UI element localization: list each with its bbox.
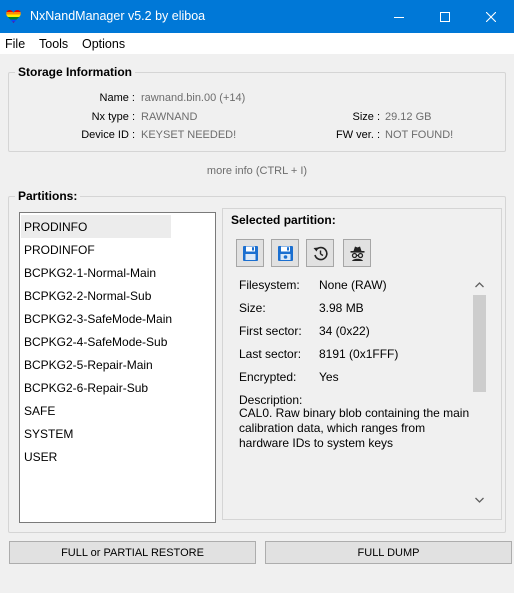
partition-item-prodinfof[interactable]: PRODINFOF	[24, 243, 95, 257]
menu-tools[interactable]: Tools	[39, 37, 68, 51]
maximize-button[interactable]	[422, 0, 468, 33]
device-id-label: Device ID :	[81, 129, 135, 141]
partition-item-user[interactable]: USER	[24, 450, 57, 464]
last-sector-label: Last sector:	[239, 347, 302, 361]
title-bar: NxNandManager v5.2 by eliboa	[0, 0, 514, 33]
filesystem-label: Filesystem:	[239, 278, 300, 292]
incognito-icon	[350, 246, 364, 261]
dump-partition-button[interactable]	[236, 239, 264, 267]
encrypted-value: Yes	[319, 370, 339, 384]
scroll-down-icon[interactable]	[475, 497, 484, 503]
window-title: NxNandManager v5.2 by eliboa	[30, 9, 206, 23]
size-value: 29.12 GB	[385, 111, 432, 123]
full-partial-restore-button[interactable]: FULL or PARTIAL RESTORE	[9, 541, 256, 564]
partition-size-value: 3.98 MB	[319, 301, 364, 315]
description-text: CAL0. Raw binary blob containing the mai…	[239, 406, 470, 450]
first-sector-value: 34 (0x22)	[319, 324, 370, 338]
rainbow-heart-icon	[6, 9, 21, 24]
menu-options[interactable]: Options	[82, 37, 125, 51]
partitions-title: Partitions:	[15, 189, 81, 203]
fw-version-label: FW ver. :	[336, 129, 380, 141]
partition-item-bcpkg2-5[interactable]: BCPKG2-5-Repair-Main	[24, 358, 153, 372]
details-scroll-thumb[interactable]	[473, 295, 486, 392]
maximize-icon	[440, 11, 450, 22]
partition-item-bcpkg2-3[interactable]: BCPKG2-3-SafeMode-Main	[24, 312, 172, 326]
dump-button-label: FULL DUMP	[357, 546, 420, 559]
encrypted-label: Encrypted:	[239, 370, 297, 384]
more-info-link[interactable]: more info (CTRL + I)	[0, 165, 514, 177]
first-sector-label: First sector:	[239, 324, 302, 338]
dump-partition-as-button[interactable]	[271, 239, 299, 267]
partition-item-safe[interactable]: SAFE	[24, 404, 55, 418]
close-icon	[486, 11, 496, 22]
encrypt-decrypt-button[interactable]	[343, 239, 371, 267]
selected-partition-title: Selected partition:	[231, 213, 336, 227]
save-as-icon	[277, 245, 293, 261]
size-label: Size :	[352, 111, 380, 123]
full-dump-button[interactable]: FULL DUMP	[265, 541, 512, 564]
minimize-icon	[394, 16, 404, 18]
name-value: rawnand.bin.00 (+14)	[141, 92, 246, 104]
nx-type-value: RAWNAND	[141, 111, 198, 123]
device-id-value: KEYSET NEEDED!	[141, 129, 237, 141]
restore-button-label: FULL or PARTIAL RESTORE	[61, 546, 204, 559]
nx-type-label: Nx type :	[91, 111, 135, 123]
close-button[interactable]	[468, 0, 514, 33]
minimize-button[interactable]	[376, 0, 422, 33]
partition-size-label: Size:	[239, 301, 266, 315]
partition-item-bcpkg2-1[interactable]: BCPKG2-1-Normal-Main	[24, 266, 156, 280]
name-label: Name :	[99, 92, 135, 104]
partition-item-system[interactable]: SYSTEM	[24, 427, 73, 441]
menu-file[interactable]: File	[5, 37, 25, 51]
menu-bar: File Tools Options	[0, 33, 514, 54]
filesystem-value: None (RAW)	[319, 278, 387, 292]
scroll-up-icon[interactable]	[475, 282, 484, 288]
partition-item-bcpkg2-4[interactable]: BCPKG2-4-SafeMode-Sub	[24, 335, 167, 349]
fw-version-value: NOT FOUND!	[385, 129, 454, 141]
partition-list[interactable]: PRODINFO PRODINFOF BCPKG2-1-Normal-Main …	[19, 212, 216, 523]
partition-item-bcpkg2-6[interactable]: BCPKG2-6-Repair-Sub	[24, 381, 148, 395]
partition-item-bcpkg2-2[interactable]: BCPKG2-2-Normal-Sub	[24, 289, 151, 303]
description-label: Description:	[239, 393, 303, 407]
save-icon	[242, 245, 258, 261]
storage-info-title: Storage Information	[15, 65, 136, 79]
restore-icon	[313, 246, 328, 260]
restore-partition-button[interactable]	[306, 239, 334, 267]
last-sector-value: 8191 (0x1FFF)	[319, 347, 399, 361]
partition-item-prodinfo[interactable]: PRODINFO	[24, 220, 87, 234]
